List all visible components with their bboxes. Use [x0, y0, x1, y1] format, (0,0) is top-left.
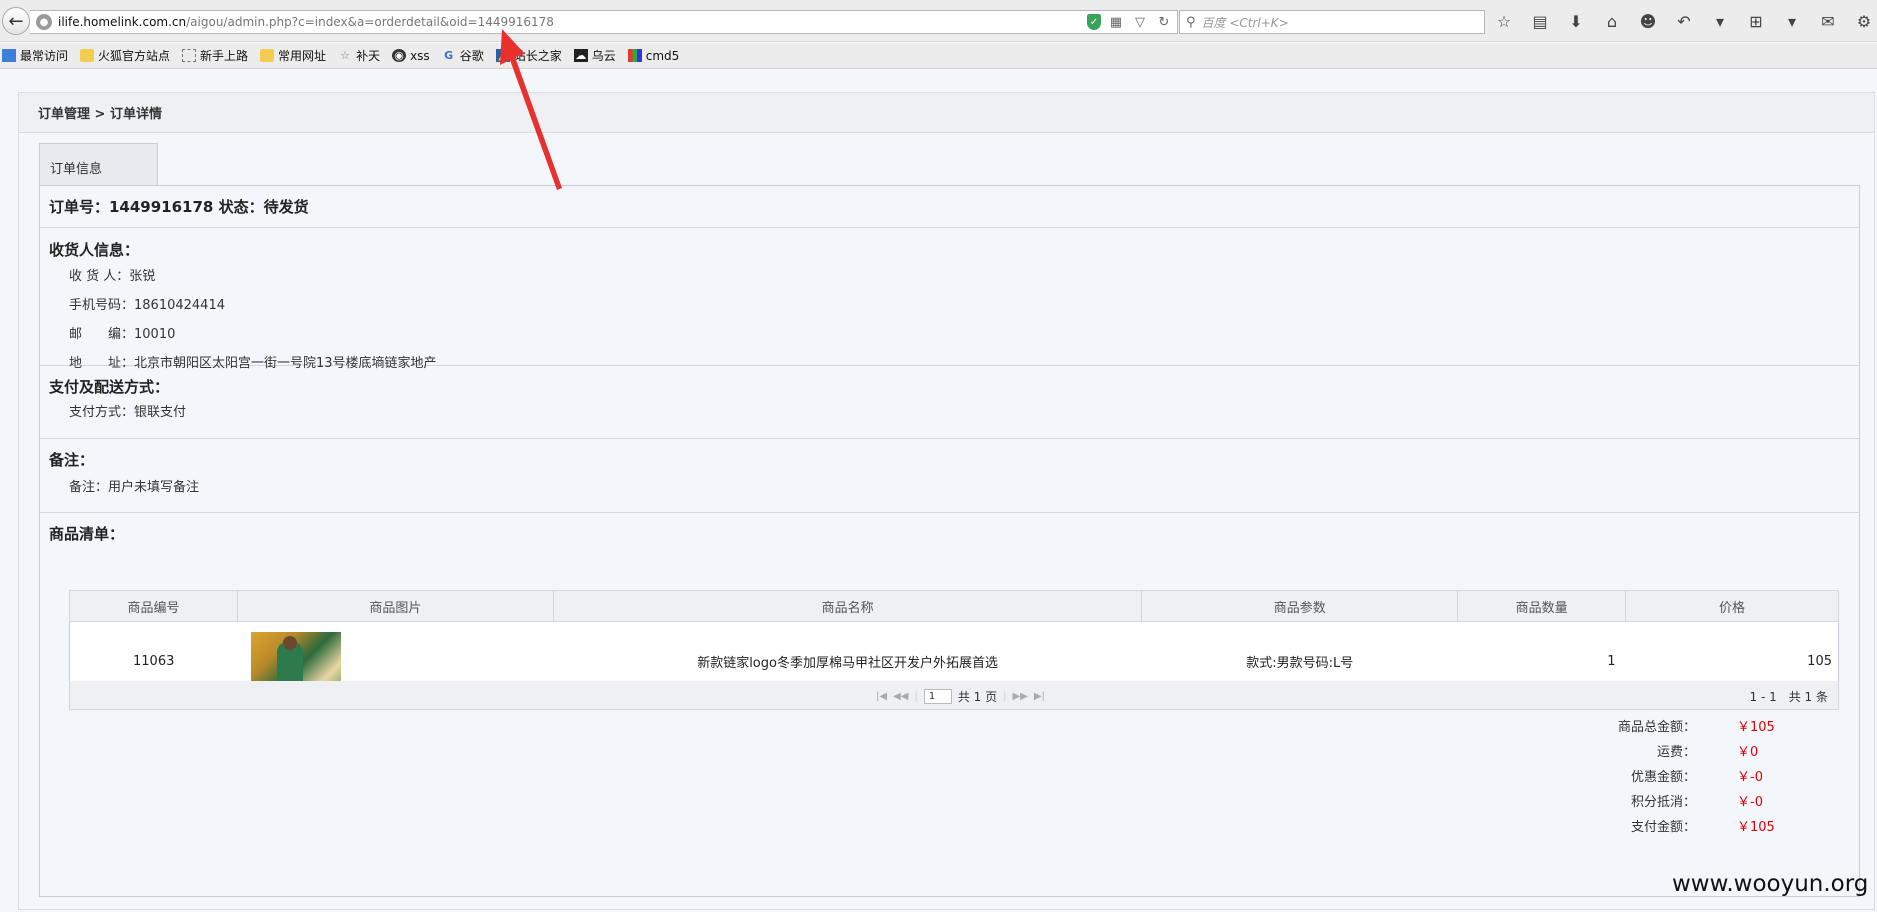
- order-header: 订单号：1449916178 状态：待发货: [49, 198, 309, 216]
- cmd5-icon: [627, 49, 642, 62]
- address-bar[interactable]: ● ilife.homelink.com.cn/aigou/admin.php?…: [30, 10, 1178, 34]
- star-icon: ☆: [340, 49, 350, 62]
- order-header-section: 订单号：1449916178 状态：待发货: [40, 186, 1859, 228]
- last-page-icon[interactable]: ▶|: [1034, 691, 1045, 702]
- search-bar[interactable]: ⚲ 百度 <Ctrl+K>: [1179, 10, 1485, 34]
- shipping-row: 运费： ￥0: [40, 741, 1861, 761]
- back-arrow-icon[interactable]: ←: [2, 7, 30, 35]
- xss-logo-icon: ◉: [392, 49, 407, 62]
- folder-icon: [260, 49, 275, 62]
- remark-row: 备注：用户未填写备注: [69, 480, 200, 495]
- points-row: 积分抵消： ￥-0: [40, 791, 1861, 811]
- bookmarks-bar: 最常访问 火狐官方站点 新手上路 常用网址 ☆ 补天 ◉ xss G 谷歌 ▲ 站长之家…: [0, 43, 1877, 69]
- watermark: www.wooyun.org: [1672, 871, 1869, 897]
- remark-section: 备注： 备注：用户未填写备注: [40, 439, 1859, 513]
- consignee-section: 收货人信息： 收 货 人：张锐 手机号码：18610424414 邮 编：100…: [40, 228, 1859, 371]
- page-body: 订单管理 > 订单详情 订单信息 订单号：1449916178 状态：待发货 收…: [0, 70, 1877, 912]
- col-header-params[interactable]: 商品参数: [1141, 590, 1459, 622]
- col-header-price[interactable]: 价格: [1625, 590, 1839, 622]
- bookmark-butian[interactable]: ☆ 补天: [338, 47, 380, 64]
- page-icon: [182, 49, 197, 62]
- menu-arrow-icon[interactable]: ▾: [1708, 10, 1732, 32]
- goods-title: 商品清单：: [49, 525, 125, 543]
- payment-title: 支付及配送方式：: [49, 378, 170, 396]
- download-icon[interactable]: ⬇: [1564, 10, 1588, 32]
- paid-value: ￥105: [1737, 820, 1775, 835]
- order-panel: 订单管理 > 订单详情 订单信息 订单号：1449916178 状态：待发货 收…: [18, 92, 1875, 910]
- globe-icon: ●: [36, 14, 52, 30]
- bookmark-getting-started[interactable]: 新手上路: [182, 47, 248, 64]
- pager-summary: 1 - 1 共 1 条: [1749, 690, 1829, 704]
- bookmark-most-visited[interactable]: 最常访问: [2, 47, 68, 64]
- bookmark-firefox-sites[interactable]: 火狐官方站点: [80, 47, 170, 64]
- shipping-value: ￥0: [1737, 745, 1759, 760]
- goods-table-header: 商品编号 商品图片 商品名称 商品参数 商品数量 价格: [69, 590, 1839, 622]
- bookmark-wooyun[interactable]: ☁ 乌云: [573, 47, 616, 64]
- url-path: /aigou/admin.php?c=index&a=orderdetail&o…: [186, 15, 554, 29]
- bookmark-common-sites[interactable]: 常用网址: [260, 47, 326, 64]
- undo-icon[interactable]: ↶: [1672, 10, 1696, 32]
- extension-icon[interactable]: ⚙: [1852, 10, 1876, 32]
- bookmark-cmd5[interactable]: cmd5: [627, 49, 679, 63]
- bookmarks-icon: [2, 49, 16, 62]
- search-icon: ⚲: [1186, 14, 1196, 30]
- chat-bubble-icon[interactable]: ☻: [1636, 10, 1660, 32]
- discount-row: 优惠金额： ￥-0: [40, 766, 1861, 786]
- total-pages: 共 1 页: [957, 690, 998, 704]
- consignee-title: 收货人信息：: [49, 241, 140, 259]
- points-value: ￥-0: [1737, 795, 1763, 810]
- chinaz-icon: ▲: [495, 49, 510, 62]
- bookmark-google[interactable]: G 谷歌: [442, 47, 484, 64]
- reload-icon[interactable]: ↻: [1155, 13, 1173, 31]
- browser-toolbar: ← ● ilife.homelink.com.cn/aigou/admin.ph…: [0, 0, 1877, 42]
- col-header-name[interactable]: 商品名称: [552, 590, 1143, 622]
- total-goods-row: 商品总金额： ￥105: [40, 716, 1861, 736]
- search-placeholder: 百度 <Ctrl+K>: [1201, 15, 1289, 30]
- col-header-image[interactable]: 商品图片: [236, 590, 554, 622]
- col-header-qty[interactable]: 商品数量: [1457, 590, 1627, 622]
- bookmark-xss[interactable]: ◉ xss: [392, 49, 430, 63]
- url-text: ilife.homelink.com.cn/aigou/admin.php?c=…: [58, 15, 554, 29]
- prev-page-icon[interactable]: ◀◀: [893, 691, 908, 702]
- first-page-icon[interactable]: |◀: [876, 691, 887, 702]
- reading-list-icon[interactable]: ▤: [1528, 10, 1552, 32]
- payment-section: 支付及配送方式： 支付方式：银联支付: [40, 366, 1859, 439]
- home-icon[interactable]: ⌂: [1600, 10, 1624, 32]
- consignee-name-row: 收 货 人：张锐: [69, 269, 156, 284]
- order-content: 订单号：1449916178 状态：待发货 收货人信息： 收 货 人：张锐 手机…: [39, 185, 1860, 897]
- wooyun-icon: ☁: [573, 49, 588, 62]
- consignee-name: 张锐: [129, 269, 156, 284]
- folder-icon: [80, 49, 95, 62]
- remark-value: 用户未填写备注: [108, 480, 200, 495]
- qr-code-icon[interactable]: ▦: [1107, 13, 1125, 31]
- crop-icon[interactable]: ⊞: [1744, 10, 1768, 32]
- consignee-phone-row: 手机号码：18610424414: [69, 298, 225, 313]
- google-icon: G: [444, 49, 454, 62]
- goods-section: 商品清单：: [40, 513, 1859, 544]
- total-goods-value: ￥105: [1737, 720, 1775, 735]
- paid-row: 支付金额： ￥105: [40, 816, 1861, 836]
- payment-method: 银联支付: [134, 405, 187, 420]
- consignee-phone: 18610424414: [134, 298, 225, 313]
- consignee-zip-row: 邮 编：10010: [69, 327, 176, 342]
- remark-title: 备注：: [49, 451, 95, 469]
- payment-method-row: 支付方式：银联支付: [69, 405, 187, 420]
- discount-value: ￥-0: [1737, 770, 1763, 785]
- breadcrumb: 订单管理 > 订单详情: [19, 93, 1874, 133]
- tab-order-info[interactable]: 订单信息: [39, 143, 158, 186]
- menu-arrow-icon-2[interactable]: ▾: [1780, 10, 1804, 32]
- pager: |◀ ◀◀ | 1 共 1 页 | ▶▶ ▶| 1 - 1 共 1 条: [69, 681, 1839, 710]
- shield-check-icon[interactable]: ✓: [1087, 14, 1101, 30]
- url-domain: ilife.homelink.com.cn: [58, 15, 187, 29]
- col-header-id[interactable]: 商品编号: [69, 590, 238, 622]
- consignee-zip: 10010: [134, 327, 176, 342]
- consignee-address: 北京市朝阳区太阳宫一街一号院13号楼底墒链家地产: [134, 356, 437, 371]
- bookmark-chinaz[interactable]: ▲ 站长之家: [495, 47, 562, 64]
- next-page-icon[interactable]: ▶▶: [1012, 691, 1027, 702]
- speech-bubble-icon[interactable]: ✉: [1816, 10, 1840, 32]
- page-number-input[interactable]: 1: [923, 689, 952, 704]
- dropdown-arrow-icon[interactable]: ▽: [1131, 13, 1149, 31]
- bookmark-star-icon[interactable]: ☆: [1492, 10, 1516, 32]
